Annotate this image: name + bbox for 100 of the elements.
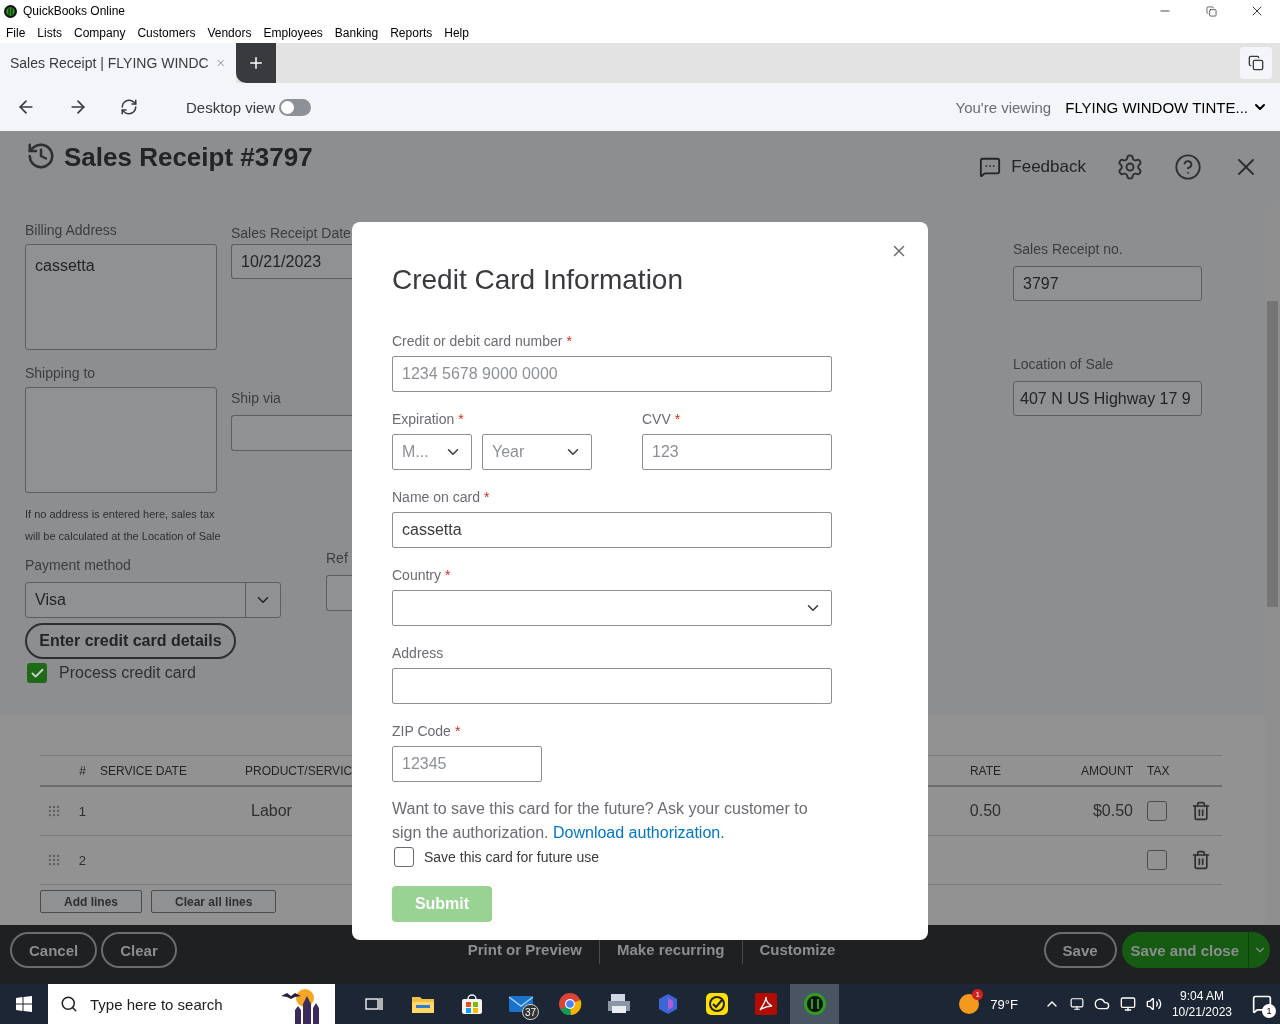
chat-bubble-icon <box>979 156 1002 178</box>
shopping-bag-icon <box>460 993 483 1015</box>
field-label: Shipping to <box>25 365 97 381</box>
cloud-icon[interactable] <box>1093 996 1110 1012</box>
desktop-view-toggle[interactable] <box>279 98 312 116</box>
location-field[interactable]: 407 N US Highway 17 9 <box>1013 381 1202 416</box>
search-placeholder: Type here to search <box>90 995 223 1013</box>
copy-icon <box>1248 55 1264 71</box>
line-number: 1 <box>78 803 86 819</box>
footer-link[interactable]: Print or Preview <box>450 934 599 964</box>
menu-item[interactable]: Banking <box>334 25 379 40</box>
required-mark: * <box>483 489 490 505</box>
table-button[interactable]: Clear all lines <box>151 890 277 913</box>
column-header: SERVICE DATE <box>100 763 187 778</box>
field-label: Sales Receipt no. <box>1013 241 1124 257</box>
year-select[interactable]: Year <box>482 434 592 470</box>
footer-button[interactable]: Cancel <box>10 932 98 968</box>
drag-handle-icon[interactable] <box>47 804 61 818</box>
new-tab-button[interactable] <box>236 43 276 83</box>
device-icon[interactable] <box>1069 997 1084 1011</box>
checkmark-app-icon <box>704 992 729 1016</box>
search-icon <box>60 995 78 1013</box>
windows-button[interactable] <box>1240 47 1272 79</box>
page-title: Sales Receipt #3797 <box>64 141 313 173</box>
scanner-icon <box>605 993 632 1015</box>
menu-item[interactable]: Employees <box>263 25 323 40</box>
menu-item[interactable]: Help <box>444 25 469 40</box>
date-field[interactable]: 10/21/2023 <box>231 244 352 279</box>
feedback-button[interactable]: Feedback <box>979 156 1086 178</box>
settings-button[interactable] <box>1116 153 1144 181</box>
company-selector[interactable]: FLYING WINDOW TINTE... <box>1065 98 1268 116</box>
billing-address-field[interactable]: cassetta <box>25 244 217 350</box>
column-header: PRODUCT/SERVIC <box>245 763 353 778</box>
reload-button[interactable] <box>120 98 138 116</box>
enter-card-button[interactable]: Enter credit card details <box>25 623 236 659</box>
field-label: Name on card <box>392 489 480 505</box>
delete-icon[interactable] <box>1191 801 1211 821</box>
payment-method-select[interactable]: Visa <box>25 582 281 618</box>
menu-item[interactable]: Vendors <box>207 25 252 40</box>
delete-icon[interactable] <box>1191 850 1211 870</box>
tax-checkbox[interactable] <box>1147 850 1167 870</box>
volume-icon[interactable] <box>1145 996 1162 1012</box>
menu-item[interactable]: Customers <box>137 25 196 40</box>
mail-icon <box>507 994 534 1014</box>
field-label: CVV <box>642 411 671 427</box>
cvv-field[interactable]: 123 <box>642 434 832 470</box>
taskbar-search-field[interactable]: Type here to search <box>48 984 335 1024</box>
browser-tab[interactable]: Sales Receipt | FLYING WINDC <box>0 43 236 83</box>
required-mark: * <box>674 411 681 427</box>
unread-badge: 37 <box>521 1004 539 1020</box>
drag-handle-icon[interactable] <box>47 853 61 867</box>
footer-button[interactable]: Clear <box>101 932 177 968</box>
name-on-card-field[interactable]: cassetta <box>392 512 832 548</box>
card-number-field[interactable]: 1234 5678 9000 0000 <box>392 356 832 392</box>
table-button[interactable]: Add lines <box>40 890 142 913</box>
country-select[interactable] <box>392 590 832 626</box>
reference-field[interactable] <box>326 575 352 611</box>
pdf-icon <box>753 992 778 1016</box>
save-card-checkbox[interactable] <box>394 847 414 867</box>
field-label: Address <box>392 645 444 661</box>
line-number: 2 <box>78 852 86 868</box>
tax-checkbox[interactable] <box>1147 801 1167 821</box>
zip-code-field[interactable]: 12345 <box>392 746 542 782</box>
clock-time[interactable]: 9:04 AM <box>1179 988 1224 1004</box>
menu-item[interactable]: Reports <box>390 25 433 40</box>
gear-icon <box>1116 153 1144 181</box>
required-mark: * <box>458 411 464 427</box>
plus-icon <box>247 54 265 72</box>
required-mark: * <box>445 567 451 583</box>
save-button[interactable]: Save <box>1043 932 1117 968</box>
desktop-view-label: Desktop view <box>186 98 276 116</box>
download-authorization-link[interactable]: Download authorization. <box>553 824 725 841</box>
save-card-note: Want to save this card for the future? Ask your customer to sign the authorization. Download authorization. <box>392 799 809 843</box>
windows-logo-icon <box>16 996 32 1012</box>
ship-via-field[interactable] <box>231 415 352 451</box>
clock-date[interactable]: 10/21/2023 <box>1171 1004 1232 1020</box>
process-card-checkbox[interactable] <box>27 663 47 683</box>
table-cell: 0.50 <box>969 802 1001 820</box>
column-header: # <box>79 763 86 778</box>
taskbar-app[interactable] <box>790 984 839 1024</box>
menu-item[interactable]: File <box>6 25 26 40</box>
receipt-number-field[interactable]: 3797 <box>1013 266 1202 301</box>
notification-count: 1 <box>1262 1004 1276 1018</box>
month-select[interactable]: M... <box>392 434 472 470</box>
taskbar-app[interactable]: 37 <box>496 984 545 1024</box>
address-field[interactable] <box>392 668 832 704</box>
history-icon[interactable] <box>26 141 56 171</box>
required-mark: * <box>566 333 572 349</box>
menu-item[interactable]: Company <box>74 25 126 40</box>
menu-item[interactable]: Lists <box>37 25 63 40</box>
shipping-address-field[interactable] <box>25 387 217 493</box>
temperature: 79°F <box>990 996 1018 1012</box>
restore-icon <box>1205 5 1217 17</box>
window-title: QuickBooks Online <box>23 4 126 18</box>
dialog-title: Credit Card Information <box>392 263 684 297</box>
browser-icon <box>557 992 582 1016</box>
sun-icon <box>958 993 981 1015</box>
help-button[interactable] <box>1174 153 1202 181</box>
ledger-app-icon <box>802 992 827 1016</box>
field-label: ZIP Code <box>392 723 451 739</box>
